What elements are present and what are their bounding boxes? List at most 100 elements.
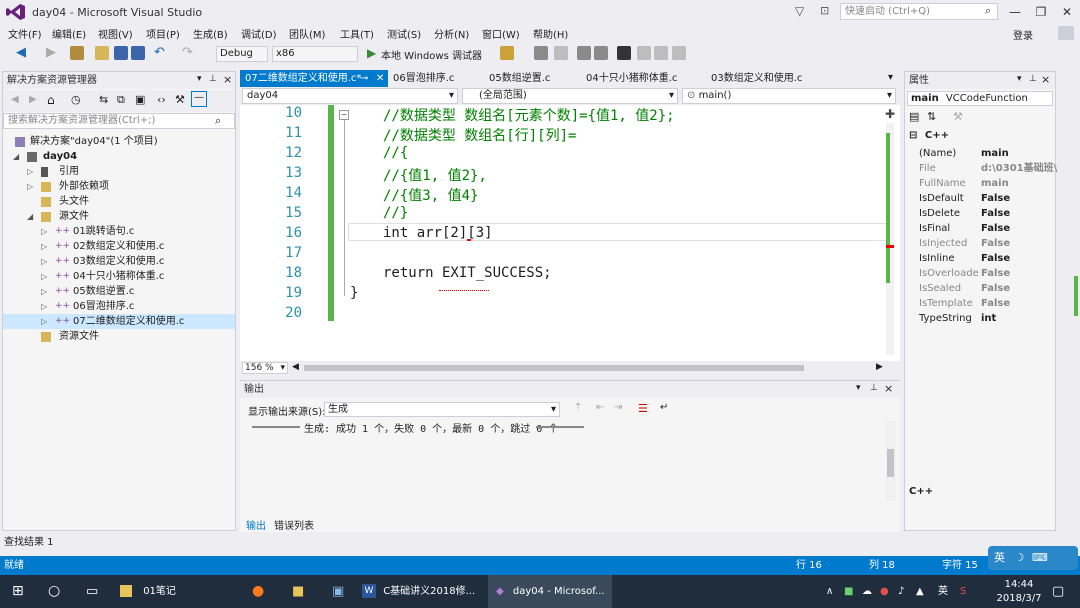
pin-icon[interactable]: ⊥ [209,74,217,84]
property-row[interactable]: IsInline False [919,251,1055,266]
code-line[interactable]: //{ [383,145,408,161]
function-nav-dropdown[interactable]: ⊙ main() ▾ [682,88,896,104]
back-icon[interactable]: ◀ [16,45,26,60]
file-item-selected[interactable]: ▷ ++ 07二维数组定义和使用.c [3,314,235,329]
home-icon[interactable]: ⌂ [47,93,55,107]
collapse-outline-icon[interactable]: − [339,110,349,120]
menu-view[interactable]: 视图(V) [98,26,133,41]
prev-message-icon[interactable]: ⇤ [596,402,604,413]
split-icon[interactable]: ✚ [885,107,895,121]
project-node[interactable]: ◢ day04 [3,149,235,164]
menu-file[interactable]: 文件(F) [8,26,42,41]
config-select[interactable]: Debug [216,46,268,62]
taskbar-item-vs[interactable]: ◆ day04 - Microsof... [488,575,612,608]
sol-forward-icon[interactable]: ▶ [29,94,37,105]
code-editor[interactable]: − 10 //数据类型 数组名[元素个数]={值1, 值2}; 11 //数据类型 数… [240,105,900,361]
notification-icon[interactable]: ▢ [1052,575,1064,608]
code-line[interactable]: //} [383,205,408,221]
panel-dropdown-icon[interactable]: ▾ [1017,74,1022,84]
output-text-area[interactable]: 生成: 成功 1 个，失败 0 个，最新 0 个，跳过 0 个 [240,421,886,517]
tab-file[interactable]: 03数组定义和使用.c [706,70,802,87]
tree-node-sources[interactable]: ◢ 源文件 [3,209,235,224]
code-line[interactable]: //{值1, 值2}, [383,165,487,185]
panel-dropdown-icon[interactable]: ▾ [856,383,861,393]
sync-icon[interactable]: ⇆ [99,93,108,106]
collapsed-arrow-icon[interactable]: ▷ [41,269,47,284]
tree-node-references[interactable]: ▷ 引用 [3,164,235,179]
history-icon[interactable]: ◷ [71,93,81,106]
menu-project[interactable]: 项目(P) [146,26,180,41]
find-results-tab[interactable]: 查找结果 1 [0,534,1080,556]
menu-team[interactable]: 团队(M) [289,26,325,41]
tab-file[interactable]: 04十只小猪称体重.c [581,70,677,87]
property-row[interactable]: FullName main [919,176,1055,191]
side-tab-indicator[interactable] [1074,276,1078,316]
file-item[interactable]: ▷ ++ 06冒泡排序.c [3,299,235,314]
search-circle-icon[interactable]: ○ [48,575,60,608]
properties-object-select[interactable]: main VCCodeFunction [907,91,1053,106]
panel-dropdown-icon[interactable]: ▾ [197,74,202,84]
attach-icon[interactable] [500,46,514,60]
next-bookmark-icon[interactable] [654,46,668,60]
firefox-icon[interactable]: ● [252,575,264,608]
login-link[interactable]: 登录 [1013,27,1033,42]
expanded-arrow-icon[interactable]: ◢ [13,149,19,164]
windows-start-icon[interactable]: ⊞ [12,575,24,608]
property-row[interactable]: IsSealed False [919,281,1055,296]
undo-icon[interactable]: ↶ [154,45,165,60]
forward-icon[interactable]: ▶ [46,45,56,60]
menu-help[interactable]: 帮助(H) [533,26,568,41]
explorer-icon[interactable]: ■ [292,575,304,608]
code-view-icon[interactable]: ‹› [157,93,166,106]
collapse-box-icon[interactable]: ⊟ [909,130,917,141]
category-header[interactable]: ⊟ C++ [909,130,949,141]
property-row[interactable]: IsFinal False [919,221,1055,236]
find-message-icon[interactable]: ⇡ [574,402,582,413]
code-line[interactable]: int arr[2][3] [383,225,493,241]
property-row[interactable]: IsInjected False [919,236,1055,251]
run-icon[interactable]: ▶ [367,46,376,60]
tree-node-resources[interactable]: 资源文件 [3,329,235,344]
ime-floating-bar[interactable]: 英 ☽ ⌨ [988,546,1078,570]
next-message-icon[interactable]: ⇥ [614,402,622,413]
categorized-icon[interactable]: ▤ [909,110,919,123]
code-line[interactable]: //{值3, 值4} [383,185,478,205]
property-row[interactable]: IsOverloade False [919,266,1055,281]
collapsed-arrow-icon[interactable]: ▷ [41,254,47,269]
code-line[interactable]: } [350,285,358,301]
solution-search-icon[interactable]: ⌕ [215,114,221,128]
menu-debug[interactable]: 调试(D) [241,26,277,41]
bookmark-icon[interactable] [617,46,631,60]
collapse-icon[interactable]: ⧉ [117,93,125,107]
tray-app-icon[interactable]: ■ [844,575,853,608]
collapsed-arrow-icon[interactable]: ▷ [41,239,47,254]
task-view-icon[interactable]: ▭ [86,575,98,608]
code-line[interactable]: return EXIT_SUCCESS; [383,265,552,281]
project-nav-dropdown[interactable]: day04 ▾ [242,88,458,104]
tab-file[interactable]: 05数组逆置.c [484,70,550,87]
open-file-icon[interactable] [95,46,109,60]
collapsed-arrow-icon[interactable]: ▷ [27,179,33,194]
menu-test[interactable]: 测试(S) [387,26,421,41]
collapsed-arrow-icon[interactable]: ▷ [41,314,47,329]
tab-overflow-icon[interactable]: ▾ [888,72,893,83]
pin-icon[interactable]: ⊥ [870,383,878,393]
menu-edit[interactable]: 编辑(E) [52,26,86,41]
solution-search-input[interactable]: 搜索解决方案资源管理器(Ctrl+;) [3,113,235,129]
file-item[interactable]: ▷ ++ 04十只小猪称体重.c [3,269,235,284]
indent-icon[interactable] [577,46,591,60]
tray-network-icon[interactable]: ▲ [916,575,924,608]
platform-select[interactable]: x86 [272,46,358,62]
property-row[interactable]: (Name) main [919,146,1055,161]
step-icon[interactable] [534,46,548,60]
tab-output[interactable]: 输出 [246,517,266,532]
tray-antivirus-icon[interactable]: ● [880,575,889,608]
property-row[interactable]: IsDelete False [919,206,1055,221]
tree-node-external[interactable]: ▷ 外部依赖项 [3,179,235,194]
pin-icon[interactable]: ⊥ [1029,74,1037,84]
horizontal-scroll-thumb[interactable] [304,365,804,371]
code-line[interactable]: //数据类型 数组名[行][列]= [383,125,576,145]
restore-button[interactable]: ❐ [1028,3,1054,21]
alphabetical-icon[interactable]: ⇅ [927,110,936,123]
save-all-icon[interactable] [131,46,145,60]
